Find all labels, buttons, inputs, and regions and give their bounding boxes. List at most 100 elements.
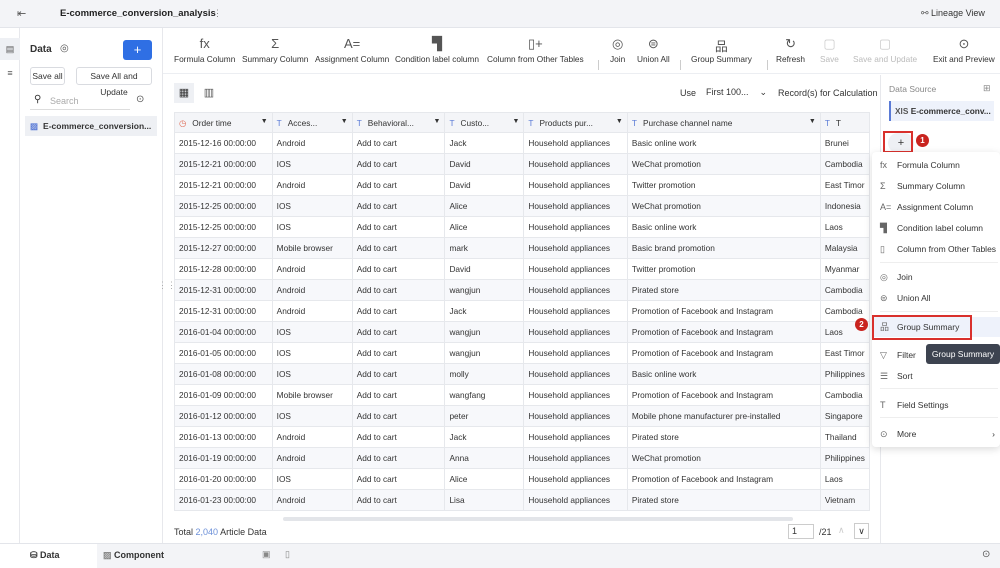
- table-cell[interactable]: Household appliances: [523, 447, 628, 469]
- table-cell[interactable]: Add to cart: [351, 195, 446, 217]
- table-cell[interactable]: Household appliances: [523, 384, 628, 406]
- table-cell[interactable]: 2015-12-21 00:00:00: [174, 153, 273, 175]
- data-edit-icon[interactable]: ▤: [0, 38, 20, 60]
- table-cell[interactable]: 2015-12-28 00:00:00: [174, 258, 273, 280]
- layout-icon[interactable]: ⊞: [983, 83, 991, 94]
- menu-item-summary-column[interactable]: Σ Summary Column: [872, 176, 1000, 196]
- drag-handle[interactable]: ⋮⋮: [158, 280, 176, 291]
- table-cell[interactable]: David: [444, 258, 525, 280]
- sort-caret-icon[interactable]: ▼: [616, 118, 623, 125]
- tab-data[interactable]: ⛁ Data: [0, 544, 97, 568]
- next-page-button[interactable]: ∨: [854, 523, 869, 539]
- table-cell[interactable]: Singapore: [819, 405, 870, 427]
- table-cell[interactable]: Alice: [444, 216, 525, 238]
- table-cell[interactable]: Brunei: [819, 132, 870, 154]
- tool-assignment-column[interactable]: A= Assignment Column: [315, 36, 389, 64]
- column-header[interactable]: ◷ Order time ▼: [174, 112, 273, 133]
- table-cell[interactable]: 2016-01-20 00:00:00: [174, 468, 273, 490]
- column-header[interactable]: T Behavioral... ▼: [351, 112, 446, 133]
- table-cell[interactable]: Philippines: [819, 363, 870, 385]
- save-all-button[interactable]: Save all: [30, 67, 65, 85]
- add-dashboard-icon[interactable]: ▣: [262, 549, 271, 560]
- table-cell[interactable]: Android: [271, 447, 353, 469]
- table-cell[interactable]: Add to cart: [351, 447, 446, 469]
- table-cell[interactable]: WeChat promotion: [626, 153, 821, 175]
- table-cell[interactable]: Add to cart: [351, 279, 446, 301]
- table-cell[interactable]: 2016-01-05 00:00:00: [174, 342, 273, 364]
- table-cell[interactable]: Household appliances: [523, 174, 628, 196]
- horizontal-scrollbar[interactable]: [283, 517, 793, 521]
- table-cell[interactable]: Add to cart: [351, 132, 446, 154]
- table-cell[interactable]: Pirated store: [626, 489, 821, 511]
- table-cell[interactable]: Household appliances: [523, 468, 628, 490]
- tool-formula-column[interactable]: fx Formula Column: [174, 36, 235, 64]
- table-cell[interactable]: IOS: [271, 342, 353, 364]
- table-cell[interactable]: Indonesia: [819, 195, 870, 217]
- table-cell[interactable]: 2015-12-16 00:00:00: [174, 132, 273, 154]
- table-cell[interactable]: Household appliances: [523, 279, 628, 301]
- table-cell[interactable]: Basic online work: [626, 132, 821, 154]
- data-item[interactable]: ▨ E-commerce_conversion...: [25, 116, 157, 136]
- tool-summary-column[interactable]: Σ Summary Column: [242, 36, 308, 64]
- table-cell[interactable]: Household appliances: [523, 426, 628, 448]
- table-cell[interactable]: Add to cart: [351, 174, 446, 196]
- table-cell[interactable]: Add to cart: [351, 216, 446, 238]
- table-cell[interactable]: Cambodia: [819, 279, 870, 301]
- table-cell[interactable]: Anna: [444, 447, 525, 469]
- table-cell[interactable]: Twitter promotion: [626, 258, 821, 280]
- table-cell[interactable]: Household appliances: [523, 237, 628, 259]
- table-cell[interactable]: Twitter promotion: [626, 174, 821, 196]
- table-cell[interactable]: Pirated store: [626, 426, 821, 448]
- table-cell[interactable]: Android: [271, 426, 353, 448]
- table-cell[interactable]: Laos: [819, 216, 870, 238]
- sort-caret-icon[interactable]: ▼: [434, 118, 441, 125]
- table-cell[interactable]: Myanmar: [819, 258, 870, 280]
- table-cell[interactable]: 2016-01-09 00:00:00: [174, 384, 273, 406]
- tool-refresh[interactable]: ↻ Refresh: [776, 36, 805, 64]
- table-cell[interactable]: David: [444, 153, 525, 175]
- table-cell[interactable]: Alice: [444, 195, 525, 217]
- column-header[interactable]: T Purchase channel name ▼: [626, 112, 821, 133]
- grid-view-icon[interactable]: ▦: [174, 83, 194, 103]
- table-cell[interactable]: Basic online work: [626, 216, 821, 238]
- page-input[interactable]: 1: [788, 524, 814, 539]
- table-cell[interactable]: Basic online work: [626, 363, 821, 385]
- layout-view-icon[interactable]: ▥: [199, 83, 219, 103]
- table-cell[interactable]: Household appliances: [523, 132, 628, 154]
- lineage-view-button[interactable]: ⚯ Lineage View: [921, 8, 985, 19]
- sort-caret-icon[interactable]: ▼: [261, 118, 268, 125]
- column-header[interactable]: TT: [819, 112, 870, 133]
- table-cell[interactable]: Household appliances: [523, 153, 628, 175]
- table-cell[interactable]: Household appliances: [523, 258, 628, 280]
- table-cell[interactable]: Lisa: [444, 489, 525, 511]
- table-cell[interactable]: Add to cart: [351, 384, 446, 406]
- table-cell[interactable]: IOS: [271, 468, 353, 490]
- table-cell[interactable]: IOS: [271, 321, 353, 343]
- table-cell[interactable]: IOS: [271, 363, 353, 385]
- menu-item-field-settings[interactable]: T Field Settings: [872, 395, 1000, 415]
- column-header[interactable]: T Acces... ▼: [271, 112, 353, 133]
- table-cell[interactable]: Promotion of Facebook and Instagram: [626, 468, 821, 490]
- table-cell[interactable]: IOS: [271, 405, 353, 427]
- table-cell[interactable]: Household appliances: [523, 216, 628, 238]
- table-cell[interactable]: 2015-12-25 00:00:00: [174, 216, 273, 238]
- menu-item-sort[interactable]: ☰ Sort: [872, 366, 1000, 386]
- table-cell[interactable]: Android: [271, 489, 353, 511]
- table-cell[interactable]: Household appliances: [523, 405, 628, 427]
- add-data-button[interactable]: +: [123, 40, 152, 60]
- table-cell[interactable]: wangjun: [444, 342, 525, 364]
- column-header[interactable]: T Products pur... ▼: [523, 112, 628, 133]
- table-cell[interactable]: Promotion of Facebook and Instagram: [626, 384, 821, 406]
- table-cell[interactable]: Add to cart: [351, 300, 446, 322]
- table-cell[interactable]: Android: [271, 174, 353, 196]
- search-input[interactable]: ⚲ Search: [30, 92, 130, 110]
- prev-page-button[interactable]: ∧: [838, 525, 845, 536]
- menu-item-more[interactable]: ⊙ More ›: [872, 424, 1000, 444]
- table-cell[interactable]: Jack: [444, 426, 525, 448]
- table-cell[interactable]: Add to cart: [351, 321, 446, 343]
- table-cell[interactable]: Household appliances: [523, 195, 628, 217]
- table-cell[interactable]: 2016-01-13 00:00:00: [174, 426, 273, 448]
- table-cell[interactable]: Household appliances: [523, 300, 628, 322]
- user-icon[interactable]: ◎: [60, 43, 69, 54]
- table-cell[interactable]: Add to cart: [351, 426, 446, 448]
